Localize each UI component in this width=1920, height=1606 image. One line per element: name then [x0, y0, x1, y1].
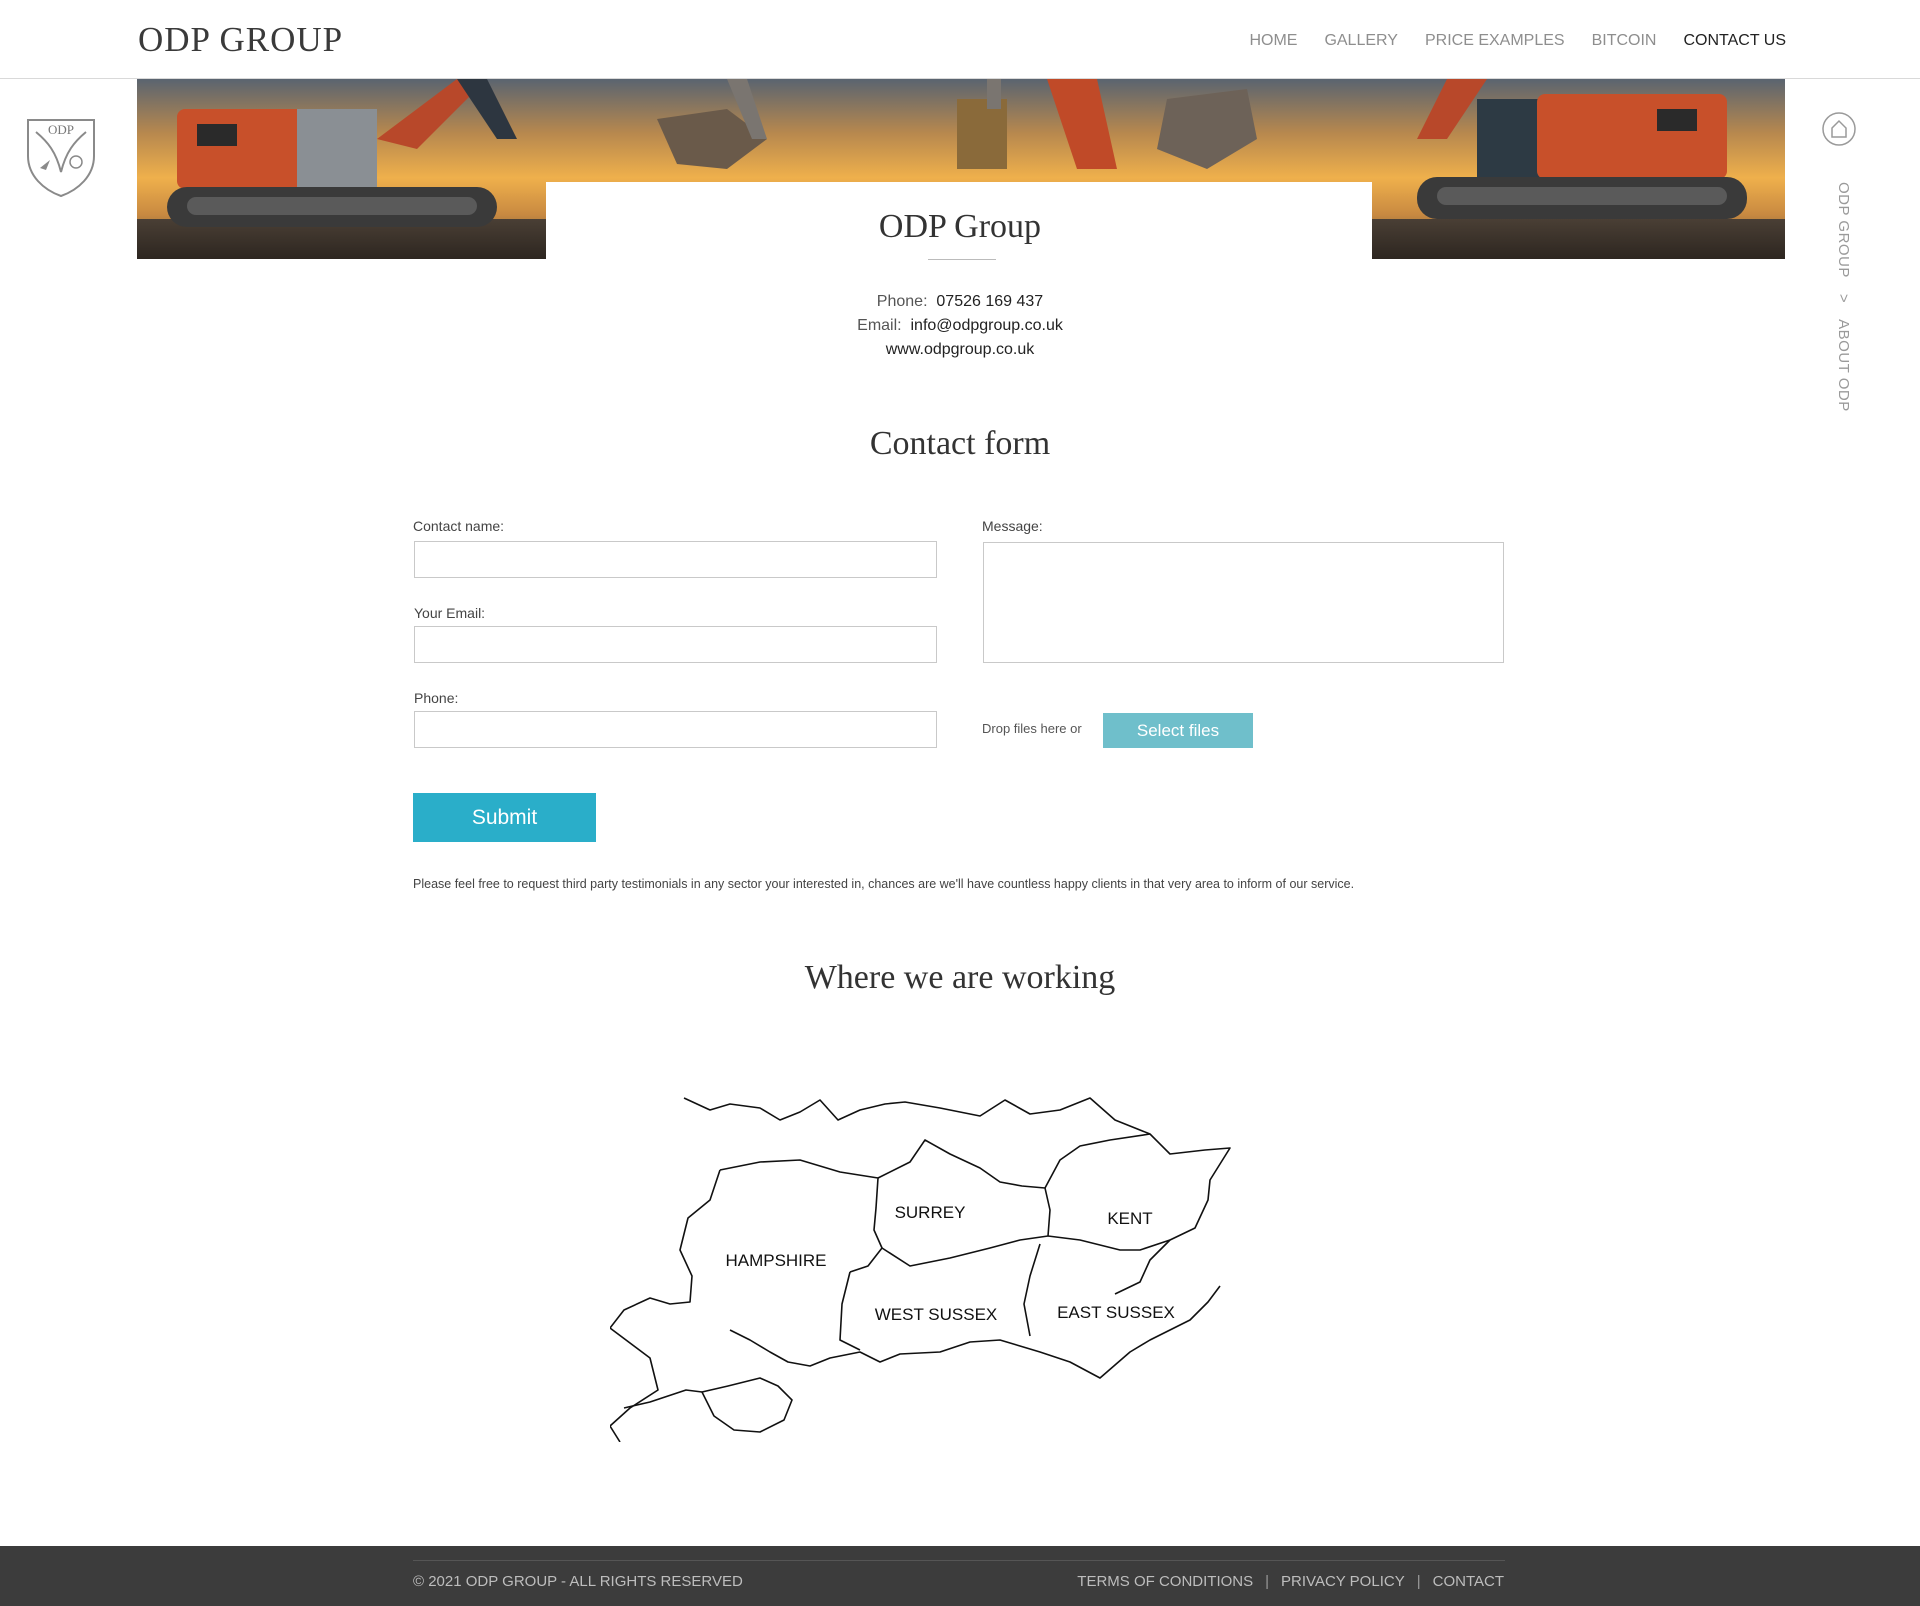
title-divider [928, 259, 996, 260]
footer-divider [413, 1560, 1505, 1561]
footer-separator: | [1416, 1573, 1421, 1590]
nav-home[interactable]: HOME [1249, 32, 1297, 50]
excavator-buckets-image [657, 79, 1257, 169]
nav-price-examples[interactable]: PRICE EXAMPLES [1425, 32, 1565, 50]
testimonials-note: Please feel free to request third party … [413, 877, 1355, 891]
email-label: Email: [857, 317, 902, 334]
company-name: ODP Group [878, 208, 1042, 245]
footer-link-terms[interactable]: TERMS OF CONDITIONS [1077, 1573, 1253, 1590]
crest-text: ODP [48, 122, 74, 137]
copyright-text: © 2021 ODP GROUP - ALL RIGHTS RESERVED [413, 1573, 743, 1590]
email-line: Email: info@odpgroup.co.uk [0, 314, 1920, 338]
contact-details: Phone: 07526 169 437 Email: info@odpgrou… [0, 290, 1920, 362]
service-area-map: SURREY KENT HAMPSHIRE WEST SUSSEX EAST S… [610, 1097, 1231, 1442]
crest-logo[interactable]: ODP [22, 112, 100, 198]
phone-input[interactable] [414, 711, 937, 748]
select-files-button[interactable]: Select files [1103, 713, 1253, 748]
nav-contact-us[interactable]: CONTACT US [1683, 32, 1786, 50]
region-label-west-sussex: WEST SUSSEX [875, 1305, 998, 1324]
submit-button[interactable]: Submit [413, 793, 596, 842]
site-footer [0, 1546, 1920, 1606]
map-title: Where we are working [804, 959, 1116, 996]
contact-form-title: Contact form [869, 425, 1051, 462]
email-field-label: Your Email: [414, 605, 486, 621]
phone-field-label: Phone: [414, 690, 459, 706]
footer-link-privacy[interactable]: PRIVACY POLICY [1281, 1573, 1405, 1590]
contact-name-input[interactable] [414, 541, 937, 578]
region-label-kent: KENT [1107, 1209, 1152, 1228]
main-nav: HOME GALLERY PRICE EXAMPLES BITCOIN CONT… [1249, 32, 1786, 50]
drop-files-text: Drop files here or [982, 721, 1082, 736]
nav-gallery[interactable]: GALLERY [1324, 32, 1398, 50]
region-label-surrey: SURREY [895, 1203, 966, 1222]
phone-line: Phone: 07526 169 437 [0, 290, 1920, 314]
footer-links: TERMS OF CONDITIONS | PRIVACY POLICY | C… [1077, 1573, 1504, 1590]
region-label-hampshire: HAMPSHIRE [725, 1251, 826, 1270]
message-textarea[interactable] [983, 542, 1504, 663]
region-label-east-sussex: EAST SUSSEX [1057, 1303, 1175, 1322]
email-address[interactable]: info@odpgroup.co.uk [911, 317, 1063, 334]
nav-bitcoin[interactable]: BITCOIN [1592, 32, 1657, 50]
footer-link-contact[interactable]: CONTACT [1433, 1573, 1504, 1590]
website-link[interactable]: www.odpgroup.co.uk [886, 341, 1035, 358]
email-input[interactable] [414, 626, 937, 663]
phone-number[interactable]: 07526 169 437 [936, 293, 1043, 310]
footer-separator: | [1265, 1573, 1270, 1590]
site-logo[interactable]: ODP GROUP [138, 20, 343, 60]
site-header: ODP GROUP HOME GALLERY PRICE EXAMPLES BI… [0, 0, 1920, 79]
home-icon[interactable] [1822, 112, 1856, 146]
message-label: Message: [982, 518, 1043, 534]
phone-label: Phone: [876, 293, 928, 310]
contact-name-label: Contact name: [413, 518, 505, 534]
website-line: www.odpgroup.co.uk [0, 338, 1920, 362]
